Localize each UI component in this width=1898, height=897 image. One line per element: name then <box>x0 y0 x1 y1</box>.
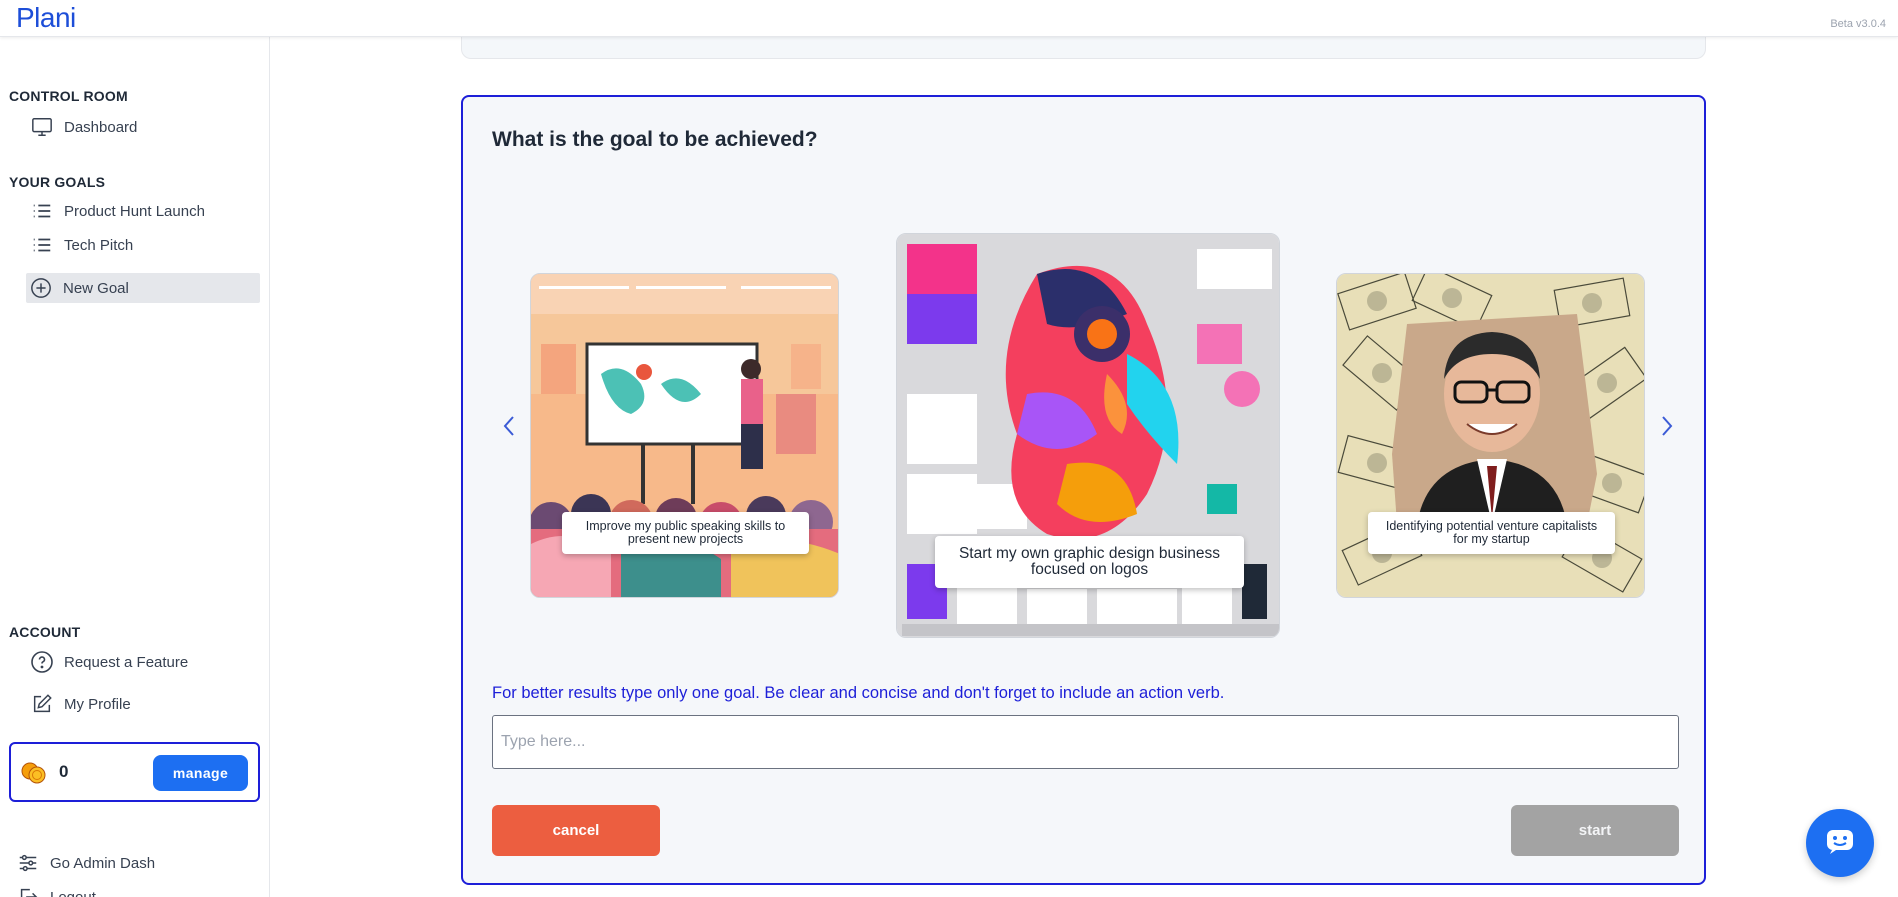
question-circle-icon <box>30 650 54 674</box>
chat-bot-icon <box>1825 827 1855 860</box>
sidebar-item-request-feature[interactable]: Request a Feature <box>30 647 188 677</box>
slide-caption: Identifying potential venture capitalist… <box>1368 512 1615 554</box>
sidebar: CONTROL ROOM Dashboard YOUR GOALS Produc… <box>0 37 270 897</box>
carousel-next-button[interactable] <box>1655 413 1679 443</box>
start-button[interactable]: start <box>1511 805 1679 856</box>
sidebar-item-label: New Goal <box>63 279 129 297</box>
sidebar-item-label: My Profile <box>64 695 131 713</box>
sidebar-item-goal[interactable]: Tech Pitch <box>30 230 133 260</box>
sidebar-item-label: Tech Pitch <box>64 236 134 254</box>
sidebar-item-admin-dash[interactable]: Go Admin Dash <box>16 848 155 878</box>
sidebar-item-my-profile[interactable]: My Profile <box>30 689 131 719</box>
control-room-title: CONTROL ROOM <box>9 88 128 104</box>
sidebar-item-label: Logout <box>50 888 96 897</box>
sidebar-item-label: Product Hunt Launch <box>64 202 205 220</box>
carousel-prev-button[interactable] <box>497 413 521 443</box>
goal-input[interactable] <box>492 715 1679 769</box>
sidebar-item-dashboard[interactable]: Dashboard <box>30 112 137 142</box>
sidebar-item-logout[interactable]: Logout <box>16 882 96 897</box>
list-icon <box>30 233 54 257</box>
plus-circle-icon <box>29 276 53 300</box>
goal-hint-text: For better results type only one goal. B… <box>492 684 1225 702</box>
chevron-right-icon <box>1660 415 1674 442</box>
slide-caption: Improve my public speaking skills to pre… <box>562 512 809 554</box>
chat-bot-button[interactable] <box>1806 809 1874 877</box>
app-logo[interactable]: Plani <box>16 2 76 34</box>
monitor-icon <box>30 115 54 139</box>
chevron-left-icon <box>502 415 516 442</box>
edit-icon <box>30 692 54 716</box>
list-icon <box>30 199 54 223</box>
carousel-slide-public-speaking[interactable]: Improve my public speaking skills to pre… <box>530 273 839 598</box>
sliders-icon <box>16 851 40 875</box>
goal-card: What is the goal to be achieved? Improve… <box>461 95 1706 885</box>
sidebar-item-new-goal[interactable]: New Goal <box>26 273 260 303</box>
top-bar: Plani Beta v3.0.4 <box>0 0 1898 37</box>
main-content: What is the goal to be achieved? Improve… <box>271 37 1898 897</box>
credits-panel: 0 manage <box>9 742 260 802</box>
credits-count: 0 <box>59 762 69 781</box>
sidebar-item-label: Dashboard <box>64 118 138 136</box>
manage-button[interactable]: manage <box>153 755 248 791</box>
cancel-button[interactable]: cancel <box>492 805 660 856</box>
slide-caption: Start my own graphic design business foc… <box>935 536 1244 588</box>
sidebar-item-label: Go Admin Dash <box>50 854 156 872</box>
carousel-slide-venture-capital[interactable]: Identifying potential venture capitalist… <box>1336 273 1645 598</box>
your-goals-title: YOUR GOALS <box>9 174 106 190</box>
version-label: Beta v3.0.4 <box>1830 18 1886 30</box>
coins-icon <box>21 759 47 785</box>
carousel-slide-graphic-design[interactable]: Start my own graphic design business foc… <box>896 233 1280 638</box>
account-title: ACCOUNT <box>9 624 81 640</box>
logout-icon <box>16 885 40 897</box>
previous-card-edge <box>461 37 1706 59</box>
goal-question-title: What is the goal to be achieved? <box>492 128 818 151</box>
sidebar-item-goal[interactable]: Product Hunt Launch <box>30 196 205 226</box>
sidebar-item-label: Request a Feature <box>64 653 189 671</box>
